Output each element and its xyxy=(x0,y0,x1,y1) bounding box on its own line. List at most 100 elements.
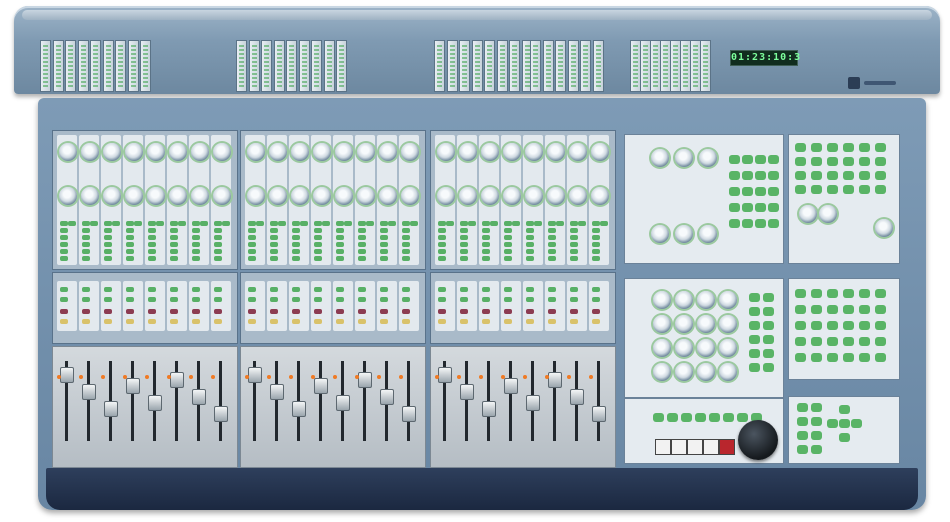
channel-button xyxy=(438,287,446,292)
channel-button xyxy=(438,228,446,233)
channel-button xyxy=(548,319,556,324)
channel-button xyxy=(292,228,300,233)
channel-button xyxy=(292,249,300,254)
panel-button xyxy=(843,337,854,346)
channel-button xyxy=(126,297,134,302)
panel-button xyxy=(811,445,822,454)
panel-button xyxy=(795,157,806,166)
transport-play-icon xyxy=(655,439,671,455)
navigation-button xyxy=(839,433,850,442)
meter-bridge: 01:23:10:3 xyxy=(14,6,940,94)
channel-button xyxy=(214,242,222,247)
panel-button xyxy=(811,321,822,330)
channel-button xyxy=(60,228,68,233)
panel-button xyxy=(755,203,766,212)
knob-icon xyxy=(799,205,817,223)
knob-icon xyxy=(269,143,287,161)
channel-button xyxy=(570,287,578,292)
panel-button xyxy=(742,219,753,228)
level-meter xyxy=(40,40,51,92)
window-panel xyxy=(788,278,900,380)
knob-icon xyxy=(437,143,455,161)
channel-button xyxy=(548,256,556,261)
channel-button xyxy=(388,221,396,226)
channel-button xyxy=(214,287,222,292)
channel-button xyxy=(82,228,90,233)
level-meter xyxy=(311,40,322,92)
level-meter xyxy=(298,40,310,92)
channel-button xyxy=(336,235,344,240)
fader-icon xyxy=(126,378,140,394)
channel-button xyxy=(358,309,366,314)
channel-button xyxy=(578,221,586,226)
channel-button xyxy=(170,287,178,292)
channel-button xyxy=(60,319,68,324)
channel-button xyxy=(192,319,200,324)
channel-button xyxy=(322,221,330,226)
channel-button xyxy=(60,256,68,261)
channel-button xyxy=(170,221,178,226)
fader-icon xyxy=(504,378,518,394)
level-meter xyxy=(567,40,579,92)
level-meter xyxy=(446,40,458,92)
panel-button xyxy=(843,171,854,180)
channel-button xyxy=(60,287,68,292)
fader-led xyxy=(267,375,271,379)
channel-button xyxy=(270,249,278,254)
knob-icon xyxy=(59,143,77,161)
fader-led xyxy=(167,375,171,379)
knob-icon xyxy=(547,143,565,161)
knob-icon xyxy=(357,187,375,205)
panel-button xyxy=(827,321,838,330)
panel-button xyxy=(859,321,870,330)
fader-icon xyxy=(82,384,96,400)
channel-button xyxy=(292,309,300,314)
channel-button xyxy=(60,297,68,302)
channel-button xyxy=(336,242,344,247)
knob-icon xyxy=(191,143,209,161)
level-meter xyxy=(77,40,89,92)
channel-button xyxy=(248,287,256,292)
panel-button xyxy=(797,417,808,426)
fader-led xyxy=(333,375,337,379)
channel-button xyxy=(170,249,178,254)
channel-button xyxy=(358,256,366,261)
fader-led xyxy=(189,375,193,379)
channel-button xyxy=(148,235,156,240)
channel-button xyxy=(270,287,278,292)
jog-wheel-icon xyxy=(738,420,778,460)
panel-button xyxy=(695,413,706,422)
knob-icon xyxy=(401,187,419,205)
panel-button xyxy=(859,157,870,166)
channel-button xyxy=(570,249,578,254)
channel-button xyxy=(504,249,512,254)
level-meter xyxy=(592,40,604,92)
fader-icon xyxy=(192,389,206,405)
fader-icon xyxy=(270,384,284,400)
channel-button xyxy=(592,319,600,324)
channel-button xyxy=(214,309,222,314)
channel-button xyxy=(592,249,600,254)
channel-button xyxy=(314,319,322,324)
navigation-panel xyxy=(788,396,900,464)
channel-button xyxy=(438,221,446,226)
channel-button xyxy=(104,228,112,233)
channel-button xyxy=(192,235,200,240)
channel-button xyxy=(192,228,200,233)
fader-icon xyxy=(482,401,496,417)
panel-button xyxy=(859,305,870,314)
channel-button xyxy=(482,319,490,324)
channel-button xyxy=(358,319,366,324)
knob-icon xyxy=(719,339,737,357)
knob-icon xyxy=(875,219,893,237)
panel-button xyxy=(875,143,886,152)
level-meter xyxy=(471,40,483,92)
knob-icon xyxy=(819,205,837,223)
channel-button xyxy=(82,319,90,324)
channel-button xyxy=(314,235,322,240)
level-meter xyxy=(236,40,247,92)
panel-button xyxy=(729,155,740,164)
channel-button xyxy=(336,319,344,324)
channel-button xyxy=(592,287,600,292)
channel-button xyxy=(192,287,200,292)
